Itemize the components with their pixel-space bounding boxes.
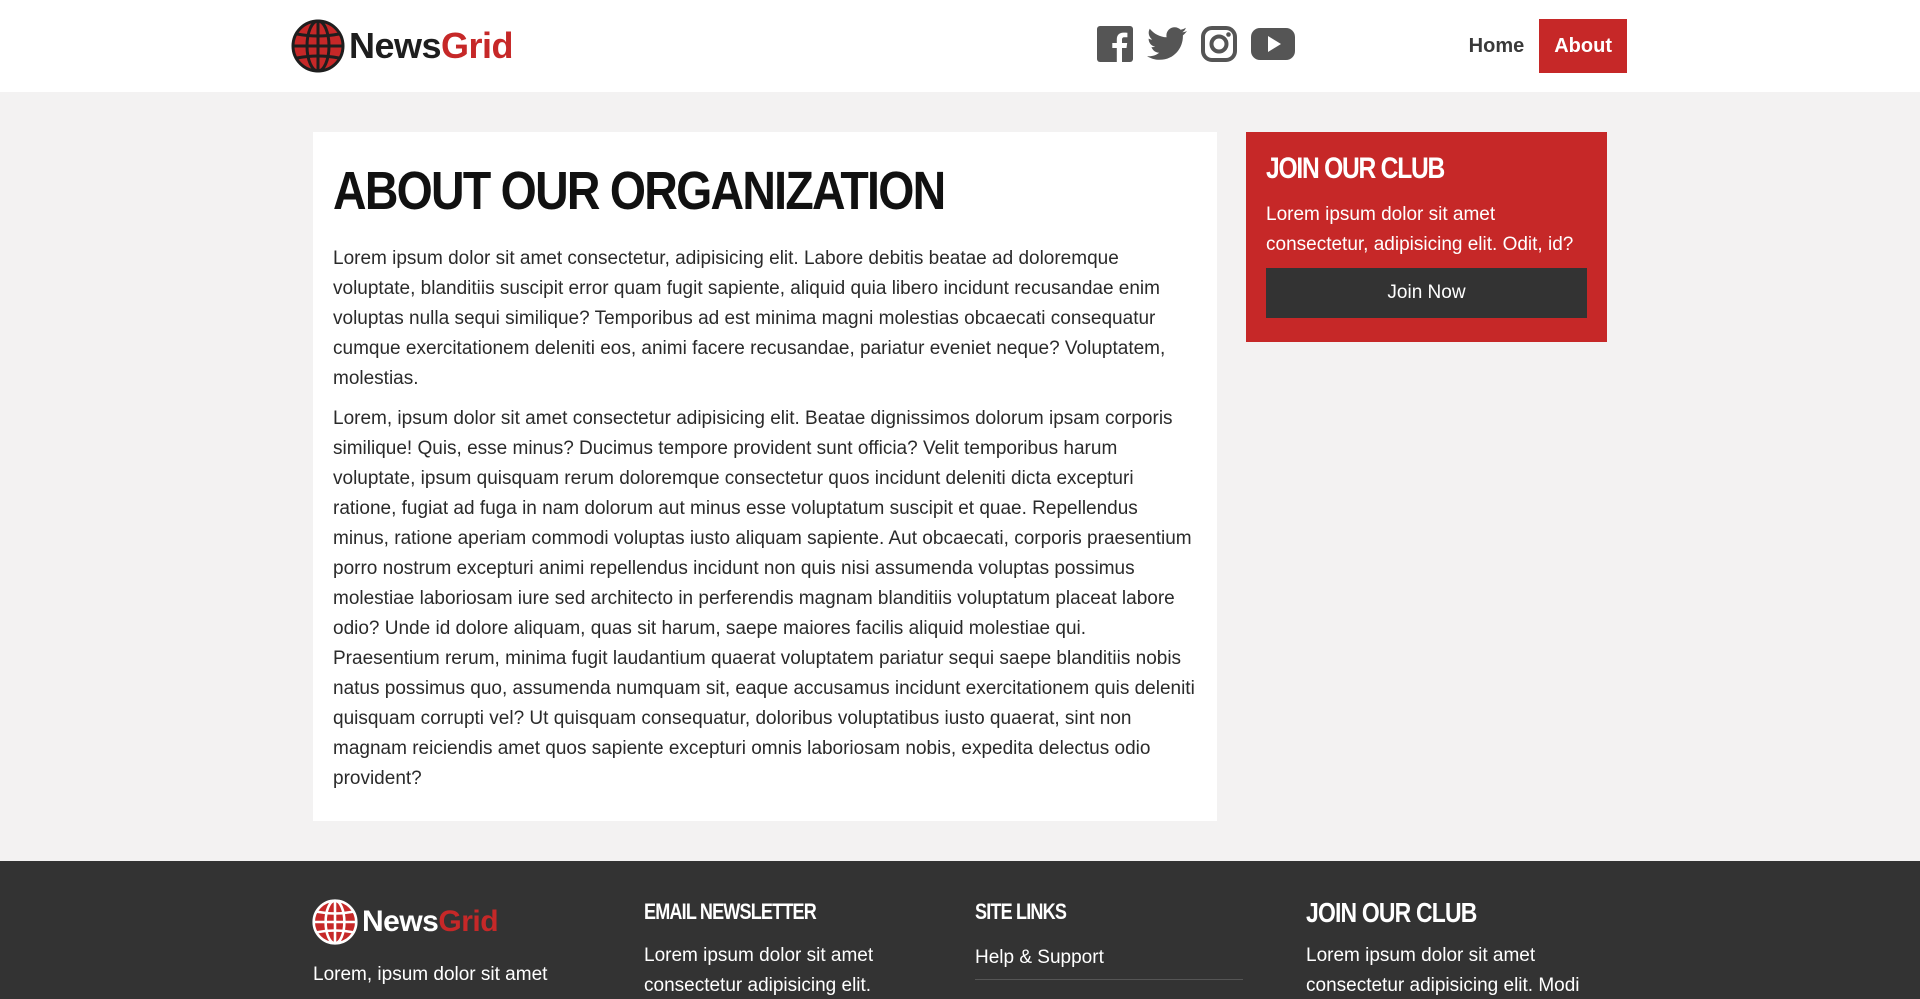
footer-newsletter-title: Email Newsletter (644, 899, 817, 924)
article-paragraph: Lorem, ipsum dolor sit amet consectetur … (333, 408, 1195, 789)
footer-site-links: Site Links Help & Support (975, 901, 1243, 980)
footer-newsletter-line: Lorem ipsum dolor sit amet (644, 945, 874, 966)
site-logo[interactable]: NewsGrid (291, 19, 514, 73)
join-now-button[interactable]: Join Now (1266, 268, 1587, 318)
footer-logo[interactable]: NewsGrid (312, 899, 499, 945)
main-nav: Home About (1454, 19, 1627, 73)
footer-club-line: consectetur adipisicing elit. Modi (1306, 975, 1580, 996)
footer-newsletter-text: Lorem ipsum dolor sit amet consectetur ad… (644, 941, 873, 999)
join-club-text: Lorem ipsum dolor sit amet consectetur, … (1266, 204, 1574, 255)
footer-club-text: Lorem ipsum dolor sit amet consectetur ad… (1306, 941, 1580, 999)
logo-word-news: News (349, 25, 442, 66)
facebook-icon[interactable] (1097, 26, 1133, 67)
youtube-icon[interactable] (1251, 28, 1295, 65)
footer-club-title: Join Our Club (1306, 897, 1477, 928)
footer-about-text: Lorem, ipsum dolor sit amet (313, 964, 548, 985)
logo-text: NewsGrid (349, 25, 514, 67)
logo-word-grid: Grid (441, 25, 514, 66)
page-title: About Our Organization (333, 161, 946, 221)
article-paragraph: Lorem ipsum dolor sit amet consectetur, … (333, 248, 1166, 389)
about-article: About Our Organization Lorem ipsum dolor… (313, 132, 1217, 821)
join-club-title: Join Our Club (1266, 152, 1445, 185)
footer-link-help-support[interactable]: Help & Support (975, 947, 1243, 980)
footer-newsletter-line: consectetur adipisicing elit. (644, 975, 872, 996)
logo-word-news: News (362, 905, 439, 938)
globe-logo-icon (312, 899, 358, 945)
nav-home-link[interactable]: Home (1454, 19, 1540, 73)
footer-club-line: Lorem ipsum dolor sit amet (1306, 945, 1536, 966)
globe-logo-icon (291, 19, 345, 73)
footer-join-club: Join Our Club Lorem ipsum dolor sit amet… (1306, 899, 1580, 999)
footer-newsletter: Email Newsletter Lorem ipsum dolor sit a… (644, 901, 873, 999)
footer-site-links-title: Site Links (975, 899, 1067, 924)
footer-logo-text: NewsGrid (362, 905, 499, 939)
twitter-icon[interactable] (1147, 27, 1187, 66)
join-club-card: Join Our Club Lorem ipsum dolor sit amet… (1246, 132, 1607, 342)
social-links (1097, 26, 1309, 67)
logo-word-grid: Grid (438, 905, 499, 938)
nav-about-link[interactable]: About (1539, 19, 1627, 73)
site-header: NewsGrid Home About (0, 0, 1920, 92)
site-footer: NewsGrid Lorem, ipsum dolor sit amet Ema… (0, 861, 1920, 999)
instagram-icon[interactable] (1201, 26, 1237, 67)
